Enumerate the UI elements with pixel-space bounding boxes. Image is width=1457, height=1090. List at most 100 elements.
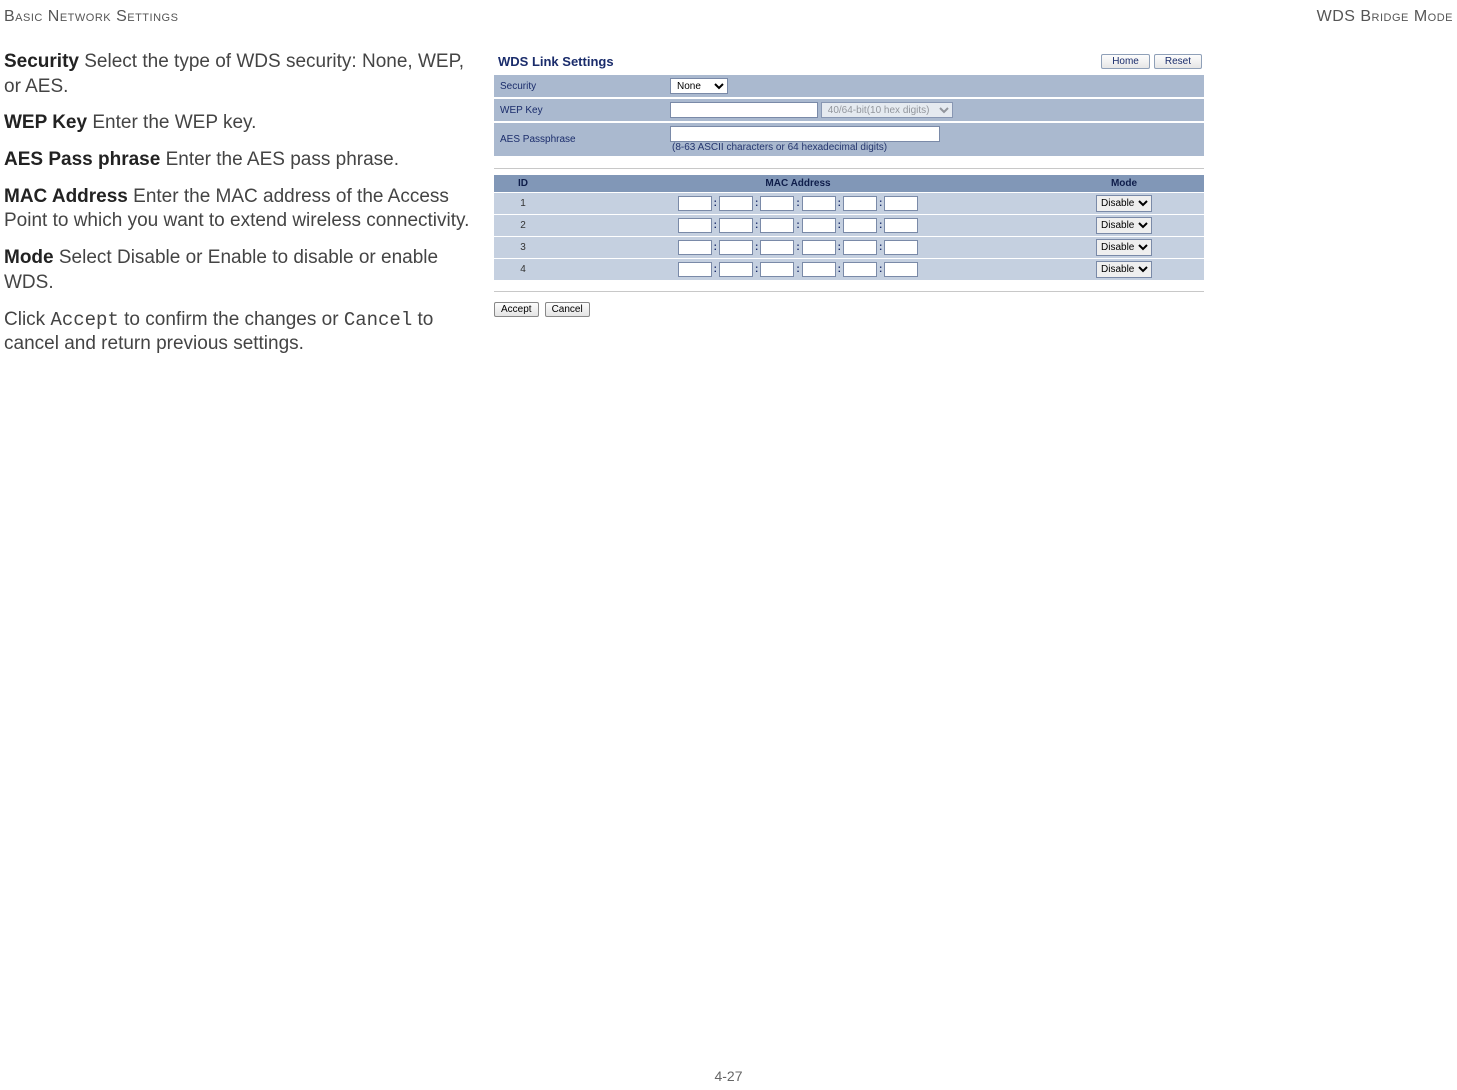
desc-mode: Mode Select Disable or Enable to disable… [4, 246, 478, 295]
mac-octet-input[interactable] [760, 218, 794, 233]
table-row: 2:::::Disable [494, 215, 1204, 237]
mac-octet-input[interactable] [843, 262, 877, 277]
description-column: Security Select the type of WDS security… [4, 50, 494, 369]
mac-octet-input[interactable] [802, 218, 836, 233]
row-id: 2 [494, 215, 552, 237]
text-aes: Enter the AES pass phrase. [160, 149, 399, 170]
term-wep: WEP Key [4, 112, 87, 133]
colon-separator: : [712, 264, 719, 275]
colon-separator: : [794, 220, 801, 231]
mode-select[interactable]: Disable [1096, 217, 1152, 234]
col-mode: Mode [1044, 175, 1204, 193]
colon-separator: : [753, 220, 760, 231]
mac-octet-input[interactable] [678, 218, 712, 233]
mac-octet-input[interactable] [802, 262, 836, 277]
click-b: to confirm the changes or [119, 309, 344, 330]
mac-octet-input[interactable] [884, 218, 918, 233]
colon-separator: : [877, 242, 884, 253]
panel-title-row: WDS Link Settings Home Reset [494, 50, 1204, 75]
colon-separator: : [877, 198, 884, 209]
mac-octet-input[interactable] [760, 196, 794, 211]
table-row: 1:::::Disable [494, 193, 1204, 215]
colon-separator: : [836, 264, 843, 275]
cancel-button[interactable]: Cancel [545, 302, 590, 317]
mode-select[interactable]: Disable [1096, 239, 1152, 256]
wep-cell: 40/64-bit(10 hex digits) [664, 98, 1204, 122]
click-a: Click [4, 309, 50, 330]
mac-octet-input[interactable] [719, 218, 753, 233]
wep-bits-select: 40/64-bit(10 hex digits) [821, 102, 953, 118]
table-row: 4:::::Disable [494, 259, 1204, 281]
col-id: ID [494, 175, 552, 193]
settings-panel: WDS Link Settings Home Reset Security No… [494, 50, 1204, 369]
mac-octet-input[interactable] [760, 262, 794, 277]
aes-hint: (8-63 ASCII characters or 64 hexadecimal… [672, 142, 887, 153]
desc-click: Click Accept to confirm the changes or C… [4, 308, 478, 357]
home-button[interactable]: Home [1101, 54, 1150, 69]
mac-octet-input[interactable] [719, 262, 753, 277]
header-right: WDS Bridge Mode [1317, 8, 1453, 26]
mode-select[interactable]: Disable [1096, 195, 1152, 212]
action-buttons: Accept Cancel [494, 302, 1204, 317]
accept-mono: Accept [50, 309, 118, 331]
colon-separator: : [712, 220, 719, 231]
accept-button[interactable]: Accept [494, 302, 539, 317]
mac-octet-input[interactable] [719, 196, 753, 211]
mac-octet-input[interactable] [678, 262, 712, 277]
mode-cell: Disable [1044, 193, 1204, 215]
colon-separator: : [753, 198, 760, 209]
desc-aes: AES Pass phrase Enter the AES pass phras… [4, 148, 478, 173]
mac-octet-input[interactable] [843, 196, 877, 211]
aes-passphrase-input[interactable] [670, 126, 940, 142]
mac-address-table: ID MAC Address Mode 1:::::Disable2:::::D… [494, 175, 1204, 281]
mac-octet-input[interactable] [678, 196, 712, 211]
aes-label: AES Passphrase [494, 122, 664, 157]
mac-octet-input[interactable] [802, 196, 836, 211]
divider-2 [494, 291, 1204, 292]
desc-security: Security Select the type of WDS security… [4, 50, 478, 99]
text-wep: Enter the WEP key. [87, 112, 256, 133]
colon-separator: : [712, 242, 719, 253]
mac-octet-input[interactable] [843, 240, 877, 255]
mac-octet-input[interactable] [843, 218, 877, 233]
page-number: 4-27 [0, 1068, 1457, 1084]
colon-separator: : [836, 220, 843, 231]
panel-title: WDS Link Settings [498, 54, 614, 69]
mac-cell: ::::: [552, 237, 1044, 259]
colon-separator: : [794, 198, 801, 209]
colon-separator: : [836, 198, 843, 209]
colon-separator: : [753, 264, 760, 275]
colon-separator: : [753, 242, 760, 253]
term-mode: Mode [4, 247, 54, 268]
mac-octet-input[interactable] [802, 240, 836, 255]
colon-separator: : [794, 264, 801, 275]
mode-select[interactable]: Disable [1096, 261, 1152, 278]
row-id: 3 [494, 237, 552, 259]
divider [494, 168, 1204, 169]
colon-separator: : [712, 198, 719, 209]
top-buttons: Home Reset [1101, 54, 1202, 69]
mac-octet-input[interactable] [719, 240, 753, 255]
mac-octet-input[interactable] [760, 240, 794, 255]
content-area: Security Select the type of WDS security… [0, 26, 1457, 369]
colon-separator: : [877, 220, 884, 231]
mode-cell: Disable [1044, 259, 1204, 281]
security-settings-table: Security None WEP Key 40/64-bit(10 hex d… [494, 75, 1204, 158]
table-row: 3:::::Disable [494, 237, 1204, 259]
desc-wep: WEP Key Enter the WEP key. [4, 111, 478, 136]
aes-cell: (8-63 ASCII characters or 64 hexadecimal… [664, 122, 1204, 157]
wep-key-input[interactable] [670, 102, 818, 118]
reset-button[interactable]: Reset [1154, 54, 1202, 69]
mac-octet-input[interactable] [678, 240, 712, 255]
colon-separator: : [836, 242, 843, 253]
mac-octet-input[interactable] [884, 196, 918, 211]
colon-separator: : [794, 242, 801, 253]
text-mode: Select Disable or Enable to disable or e… [4, 247, 438, 293]
colon-separator: : [877, 264, 884, 275]
security-cell: None [664, 75, 1204, 98]
term-security: Security [4, 51, 79, 72]
mac-octet-input[interactable] [884, 240, 918, 255]
security-select[interactable]: None [670, 78, 728, 94]
mac-cell: ::::: [552, 215, 1044, 237]
mac-octet-input[interactable] [884, 262, 918, 277]
